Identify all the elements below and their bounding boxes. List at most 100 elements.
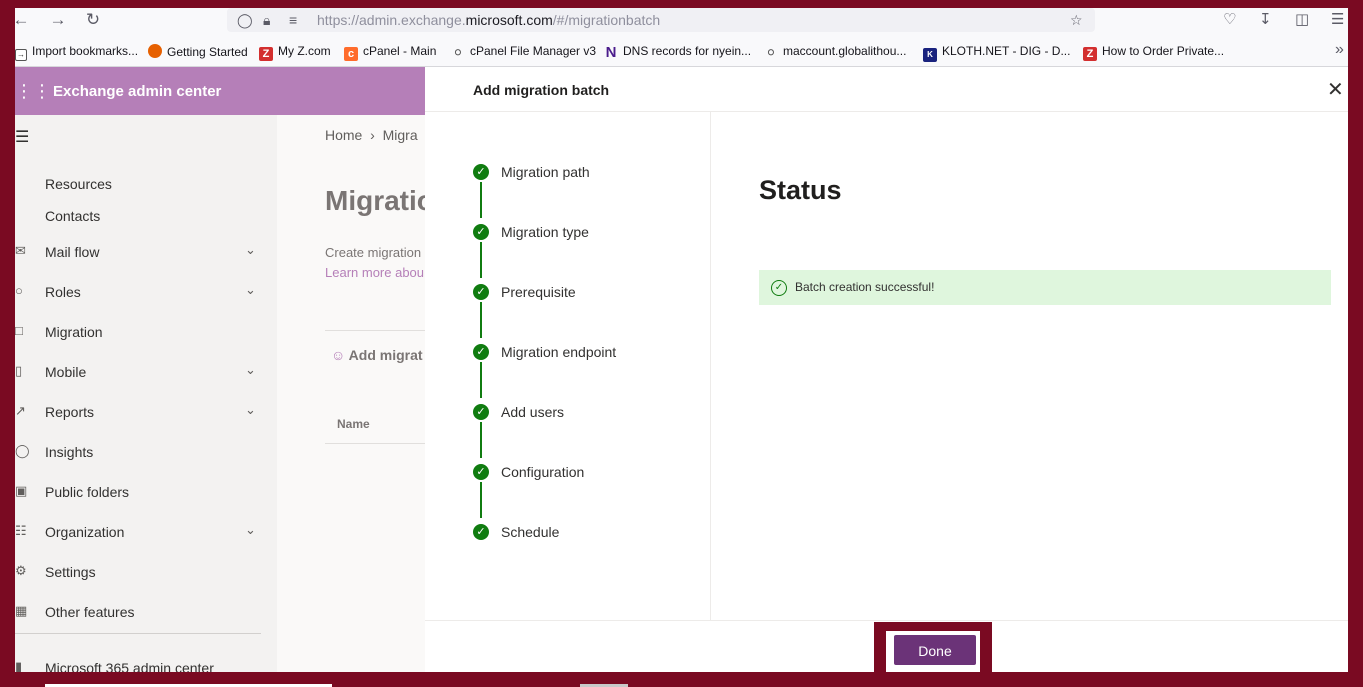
breadcrumb-current: Migra: [382, 127, 418, 143]
checkmark-icon: ✓: [473, 524, 489, 540]
nav-item-other-features[interactable]: ▦ Other features: [15, 597, 277, 629]
nav-item-settings[interactable]: ⚙ Settings: [15, 557, 277, 589]
extensions-icon[interactable]: ◫: [1295, 10, 1309, 30]
chevron-down-icon: ⌄: [245, 362, 256, 377]
divider: [325, 443, 425, 444]
step-connector: [480, 482, 482, 518]
app-header: ⋮⋮ Exchange admin center: [15, 67, 425, 115]
mail-icon: ✉: [15, 243, 26, 258]
bookmark-order-private[interactable]: Z How to Order Private...: [1083, 44, 1224, 61]
lock-icon[interactable]: 🔒︎: [263, 10, 270, 30]
migration-icon: □: [15, 323, 23, 338]
nav-item-mail-flow[interactable]: ✉ Mail flow ⌄: [15, 237, 277, 269]
status-heading: Status: [759, 175, 842, 205]
bookmark-cpanel-main[interactable]: c cPanel - Main: [344, 44, 436, 61]
nav-item-reports[interactable]: ↗ Reports ⌄: [15, 397, 277, 429]
star-icon[interactable]: ☆: [1070, 10, 1083, 30]
nav-item-m365-admin-center[interactable]: ▮ Microsoft 365 admin center: [15, 653, 277, 672]
download-icon[interactable]: ↧: [1259, 10, 1272, 30]
settings-icon: ⚙: [15, 563, 27, 578]
waffle-icon[interactable]: ⋮⋮: [15, 81, 51, 102]
breadcrumb-home[interactable]: Home: [325, 127, 362, 143]
bookmark-dns-records[interactable]: N DNS records for nyein...: [604, 44, 751, 60]
success-check-icon: ✓: [771, 280, 787, 296]
mobile-icon: ▯: [15, 363, 23, 378]
step-connector: [480, 242, 482, 278]
checkmark-icon: ✓: [473, 224, 489, 240]
bookmarks-bar: → Import bookmarks... Getting Started Z My…: [15, 36, 1348, 67]
nav-divider: [15, 633, 261, 634]
breadcrumb: Home › Migra: [325, 127, 418, 143]
back-icon[interactable]: ←: [15, 10, 31, 30]
chevron-down-icon: ⌄: [245, 282, 256, 297]
bookmark-import[interactable]: → Import bookmarks...: [15, 44, 138, 61]
divider: [325, 330, 425, 331]
checkmark-icon: ✓: [473, 464, 489, 480]
step-connector: [480, 422, 482, 458]
reload-icon[interactable]: ↻: [83, 10, 103, 30]
z-icon: Z: [259, 47, 273, 61]
checkmark-icon: ✓: [473, 344, 489, 360]
globe-icon: ⚪︎: [452, 45, 464, 60]
nav-item-migration[interactable]: □ Migration: [15, 317, 277, 349]
nav-item-mobile[interactable]: ▯ Mobile ⌄: [15, 357, 277, 389]
panel-title: Add migration batch: [473, 82, 610, 98]
nav-item-contacts[interactable]: Contacts: [15, 201, 277, 233]
nav-item-roles[interactable]: ○ Roles ⌄: [15, 277, 277, 309]
bookmark-my-z[interactable]: Z My Z.com: [259, 44, 331, 61]
globe-icon: ⚪︎: [765, 45, 777, 60]
left-nav: ☰ Resources Contacts ✉ Mail flow ⌄ ○ Rol…: [15, 115, 277, 672]
app-title: Exchange admin center: [53, 83, 222, 100]
nav-item-resources[interactable]: Resources: [15, 169, 277, 201]
step-connector: [480, 182, 482, 218]
n-icon: N: [605, 44, 617, 61]
page-description: Create migration: [325, 245, 422, 260]
page-title: Migratio: [325, 185, 425, 216]
learn-more-link[interactable]: Learn more abou: [325, 265, 424, 280]
nav-item-insights[interactable]: ◯ Insights: [15, 437, 277, 469]
success-message-bar: ✓ Batch creation successful!: [759, 270, 1331, 305]
bookmark-maccount[interactable]: ⚪︎ maccount.globalithou...: [764, 44, 907, 60]
menu-icon[interactable]: ☰: [1331, 10, 1344, 30]
roles-icon: ○: [15, 283, 23, 298]
step-connector: [480, 302, 482, 338]
organization-icon: ☷: [15, 523, 27, 538]
shield-icon[interactable]: ◯: [237, 10, 253, 30]
bookmark-kloth[interactable]: K KLOTH.NET - DIG - D...: [923, 44, 1070, 62]
permissions-icon[interactable]: ≡: [289, 10, 297, 30]
reports-icon: ↗: [15, 403, 26, 418]
hamburger-icon[interactable]: ☰: [15, 127, 29, 147]
divider: [425, 111, 1348, 112]
office-icon: ▮: [15, 659, 23, 672]
address-bar[interactable]: ◯ 🔒︎ ≡ https://admin.exchange.microsoft.…: [227, 8, 1095, 32]
chevron-down-icon: ⌄: [245, 522, 256, 537]
insights-icon: ◯: [15, 443, 30, 458]
pocket-icon[interactable]: ♡: [1223, 10, 1236, 30]
column-header-name[interactable]: Name: [337, 417, 370, 431]
chevron-down-icon: ⌄: [245, 402, 256, 417]
cpanel-icon: c: [344, 47, 358, 61]
url-text[interactable]: https://admin.exchange.microsoft.com/#/m…: [317, 12, 660, 28]
forward-icon[interactable]: →: [48, 10, 68, 30]
done-button-container: Done: [886, 631, 980, 672]
bookmark-cpanel-file-manager[interactable]: ⚪︎ cPanel File Manager v3: [451, 44, 597, 60]
bookmarks-overflow-icon[interactable]: »: [1335, 41, 1344, 59]
chevron-down-icon: ⌄: [245, 242, 256, 257]
checkmark-icon: ✓: [473, 284, 489, 300]
z-icon: Z: [1083, 47, 1097, 61]
steps-divider: [710, 112, 711, 620]
browser-window: ← → ↻ ◯ 🔒︎ ≡ https://admin.exchange.micr…: [15, 8, 1348, 672]
add-users-icon: ☺: [331, 347, 346, 363]
step-connector: [480, 362, 482, 398]
add-migration-batch-panel: Add migration batch ✕ ✓ Migration path ✓ M…: [425, 67, 1348, 672]
nav-item-public-folders[interactable]: ▣ Public folders: [15, 477, 277, 509]
folders-icon: ▣: [15, 483, 28, 498]
bookmark-getting-started[interactable]: Getting Started: [148, 44, 248, 59]
add-migration-button[interactable]: ☺ Add migrat: [331, 347, 423, 363]
done-button[interactable]: Done: [894, 635, 976, 665]
firefox-icon: [148, 44, 162, 58]
close-icon[interactable]: ✕: [1327, 77, 1344, 102]
nav-item-organization[interactable]: ☷ Organization ⌄: [15, 517, 277, 549]
footer-divider: [425, 620, 1348, 621]
background-page: Home › Migra Migratio Create migration L…: [277, 115, 425, 672]
